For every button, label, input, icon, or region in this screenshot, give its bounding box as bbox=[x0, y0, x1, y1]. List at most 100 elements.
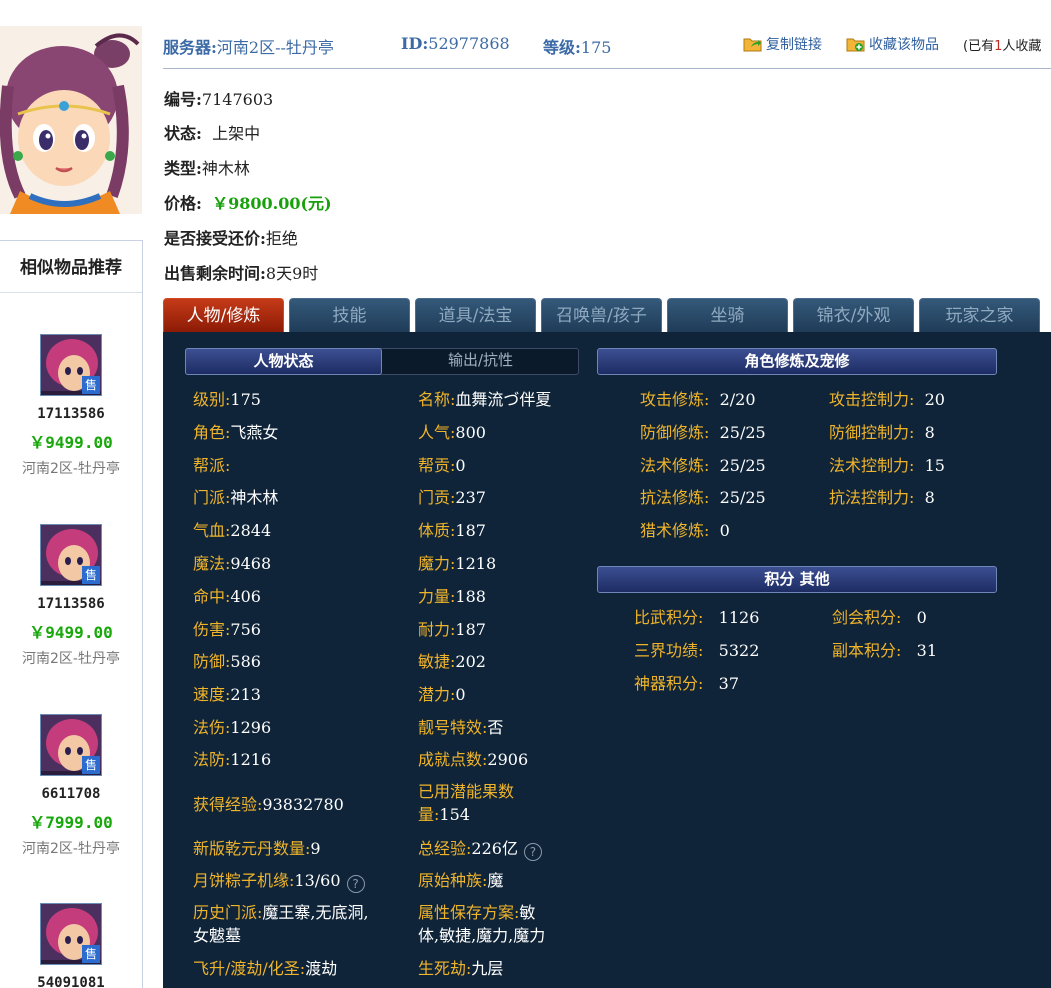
stat-label: 魔法: bbox=[193, 554, 231, 573]
stat-value: 586 bbox=[230, 652, 261, 671]
character-panel: 人物状态 输出/抗性 角色修炼及宠修 积分 其他 级别:175 角色:飞燕女 帮… bbox=[163, 332, 1051, 988]
server-label: 服务器: bbox=[163, 38, 217, 57]
remaining-time-label: 出售剩余时间: bbox=[164, 264, 266, 283]
control-label: 防御控制力: bbox=[829, 423, 915, 442]
stat-row: 气血:2844 bbox=[193, 517, 271, 541]
tab-home[interactable]: 玩家之家 bbox=[919, 298, 1040, 332]
similar-item[interactable]: 售 17113586 ￥9499.00 河南2区-牡丹亭 bbox=[0, 524, 142, 668]
tab-pets[interactable]: 召唤兽/孩子 bbox=[541, 298, 662, 332]
tab-skills[interactable]: 技能 bbox=[289, 298, 410, 332]
cultivation-value: 25/25 bbox=[719, 456, 766, 475]
stat-label: 潜力: bbox=[418, 685, 456, 704]
stat-row: 帮贡:0 bbox=[418, 452, 466, 476]
stat-row: 伤害:756 bbox=[193, 616, 261, 640]
similar-item-thumbnail[interactable]: 售 bbox=[40, 334, 102, 396]
similar-items-panel: 相似物品推荐 售 17113586 ￥9499.00 河南2区-牡丹亭 售 17… bbox=[0, 240, 143, 988]
qianyuan-row: 新版乾元丹数量:9 bbox=[193, 835, 321, 859]
score-label: 三界功绩: bbox=[634, 641, 704, 660]
stat-row: 魔法:9468 bbox=[193, 550, 271, 574]
stat-value: 1218 bbox=[455, 554, 497, 573]
similar-item-id: 54091081 bbox=[37, 975, 105, 988]
mooncake-value: 13/60 bbox=[294, 871, 341, 890]
history-value: 魔王寨,无底洞, bbox=[262, 903, 369, 922]
help-icon[interactable]: ? bbox=[346, 875, 365, 893]
cultivation-value: 25/25 bbox=[719, 423, 766, 442]
stat-row: 靓号特效:否 bbox=[418, 714, 503, 738]
stat-value: 800 bbox=[455, 423, 486, 442]
similar-item-id: 17113586 bbox=[37, 596, 105, 612]
stat-value: 神木林 bbox=[230, 488, 279, 507]
score-label: 剑会积分: bbox=[832, 608, 902, 627]
control-value: 8 bbox=[924, 423, 935, 442]
similar-item-price: ￥9499.00 bbox=[29, 623, 113, 642]
tab-character[interactable]: 人物/修炼 bbox=[163, 298, 284, 332]
similar-item-id: 17113586 bbox=[37, 406, 105, 422]
total-exp-label: 总经验: bbox=[418, 839, 472, 858]
stat-label: 魔力: bbox=[418, 554, 456, 573]
similar-item[interactable]: 售 6611708 ￥7999.00 河南2区-牡丹亭 bbox=[0, 714, 142, 858]
tab-outfits[interactable]: 锦衣/外观 bbox=[793, 298, 914, 332]
stat-value: 187 bbox=[455, 620, 486, 639]
stat-row: 命中:406 bbox=[193, 583, 261, 607]
similar-item-thumbnail[interactable]: 售 bbox=[40, 524, 102, 586]
subtab-character-status[interactable]: 人物状态 bbox=[185, 348, 382, 375]
history-value-2: 女魃墓 bbox=[193, 926, 242, 945]
similar-item[interactable]: 售 17113586 ￥9499.00 河南2区-牡丹亭 bbox=[0, 334, 142, 478]
exp-label: 获得经验: bbox=[193, 795, 263, 814]
tab-items[interactable]: 道具/法宝 bbox=[415, 298, 536, 332]
potion-value: 154 bbox=[439, 805, 470, 824]
subtab-output-resist[interactable]: 输出/抗性 bbox=[382, 348, 579, 375]
similar-item-thumbnail[interactable]: 售 bbox=[40, 714, 102, 776]
stat-label: 命中: bbox=[193, 587, 231, 606]
similar-item-server: 河南2区-牡丹亭 bbox=[22, 841, 120, 857]
attr-label: 属性保存方案: bbox=[418, 903, 520, 922]
sale-tag-icon: 售 bbox=[82, 566, 100, 584]
stat-value: 175 bbox=[230, 390, 261, 409]
server-info: 服务器:河南2区--牡丹亭 bbox=[163, 34, 334, 58]
remaining-time-row: 出售剩余时间:8天9时 bbox=[164, 260, 318, 284]
status-label: 状态: bbox=[164, 124, 202, 143]
tab-mounts[interactable]: 坐骑 bbox=[667, 298, 788, 332]
cultivation-label: 攻击修炼: bbox=[640, 390, 710, 409]
stat-value: 202 bbox=[455, 652, 486, 671]
stat-label: 帮贡: bbox=[418, 456, 456, 475]
stat-label: 防御: bbox=[193, 652, 231, 671]
stat-label: 法伤: bbox=[193, 718, 231, 737]
stat-row: 潜力:0 bbox=[418, 681, 466, 705]
cultivation-header: 角色修炼及宠修 bbox=[597, 348, 997, 375]
score-label: 比武积分: bbox=[634, 608, 704, 627]
history-row-2: 女魃墓 bbox=[193, 922, 241, 946]
life-value: 九层 bbox=[471, 959, 504, 978]
stat-label: 门派: bbox=[193, 488, 231, 507]
stat-label: 耐力: bbox=[418, 620, 456, 639]
server-value: 河南2区--牡丹亭 bbox=[216, 38, 334, 57]
stat-value: 1216 bbox=[230, 750, 272, 769]
stat-row: 耐力:187 bbox=[418, 616, 486, 640]
remaining-time-value: 8天9时 bbox=[265, 264, 319, 283]
stat-row: 成就点数:2906 bbox=[418, 746, 528, 770]
stat-row: 门派:神木林 bbox=[193, 484, 278, 508]
stat-value: 2906 bbox=[487, 750, 529, 769]
similar-item[interactable]: 售 54091081 bbox=[0, 903, 142, 988]
control-label: 攻击控制力: bbox=[829, 390, 915, 409]
stat-label: 门贡: bbox=[418, 488, 456, 507]
price-label: 价格: bbox=[164, 194, 202, 213]
stat-label: 帮派: bbox=[193, 456, 231, 475]
help-icon[interactable]: ? bbox=[523, 843, 542, 861]
cultivation-value: 0 bbox=[719, 521, 730, 540]
favorite-button[interactable]: 收藏该物品 bbox=[846, 34, 939, 54]
race-value: 魔 bbox=[487, 871, 504, 890]
similar-item-thumbnail[interactable]: 售 bbox=[40, 903, 102, 965]
type-label: 类型: bbox=[164, 159, 202, 178]
total-exp-row: 总经验:226亿? bbox=[418, 835, 542, 861]
bargain-label: 是否接受还价: bbox=[164, 229, 266, 248]
stat-label: 气血: bbox=[193, 521, 231, 540]
stat-label: 成就点数: bbox=[418, 750, 488, 769]
fav-suffix: 人收藏 bbox=[1002, 39, 1042, 54]
copy-link-button[interactable]: 复制链接 bbox=[743, 34, 822, 54]
potion-row: 已用潜能果数 bbox=[418, 778, 514, 802]
stat-row: 帮派: bbox=[193, 452, 230, 476]
stat-row: 人气:800 bbox=[418, 419, 486, 443]
control-value: 20 bbox=[924, 390, 945, 409]
stat-value: 756 bbox=[230, 620, 261, 639]
